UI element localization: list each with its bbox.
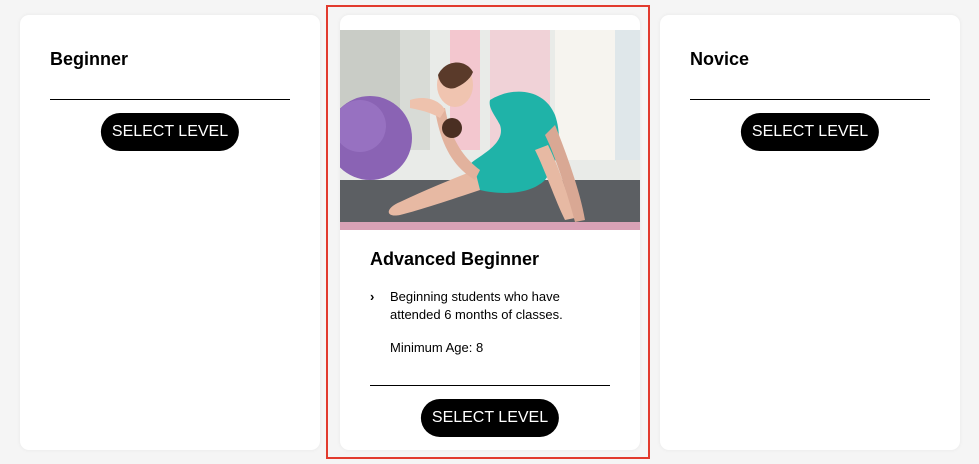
chevron-right-icon: › (370, 289, 375, 304)
select-level-button[interactable]: SELECT LEVEL (420, 399, 560, 437)
level-photo (340, 30, 640, 230)
level-title: Beginner (50, 49, 129, 69)
level-card-beginner: Beginner SELECT LEVEL (20, 15, 320, 450)
select-level-button[interactable]: SELECT LEVEL (740, 113, 880, 151)
minimum-age: Minimum Age: 8 (390, 340, 484, 355)
description-text: Beginning students who have attended 6 m… (390, 289, 563, 322)
select-level-button[interactable]: SELECT LEVEL (100, 113, 240, 151)
divider (50, 99, 290, 100)
level-card-advanced-beginner: Advanced Beginner › Beginning students w… (340, 15, 640, 450)
level-title: Advanced Beginner (370, 249, 540, 269)
level-title: Novice (690, 49, 750, 69)
divider (690, 99, 930, 100)
divider (370, 385, 610, 386)
gymnast-photo-illustration (340, 30, 640, 230)
level-description: › Beginning students who have attended 6… (370, 288, 610, 324)
level-card-novice: Novice SELECT LEVEL (660, 15, 960, 450)
level-selection: Beginner SELECT LEVEL Advanced Beginner … (0, 0, 979, 464)
